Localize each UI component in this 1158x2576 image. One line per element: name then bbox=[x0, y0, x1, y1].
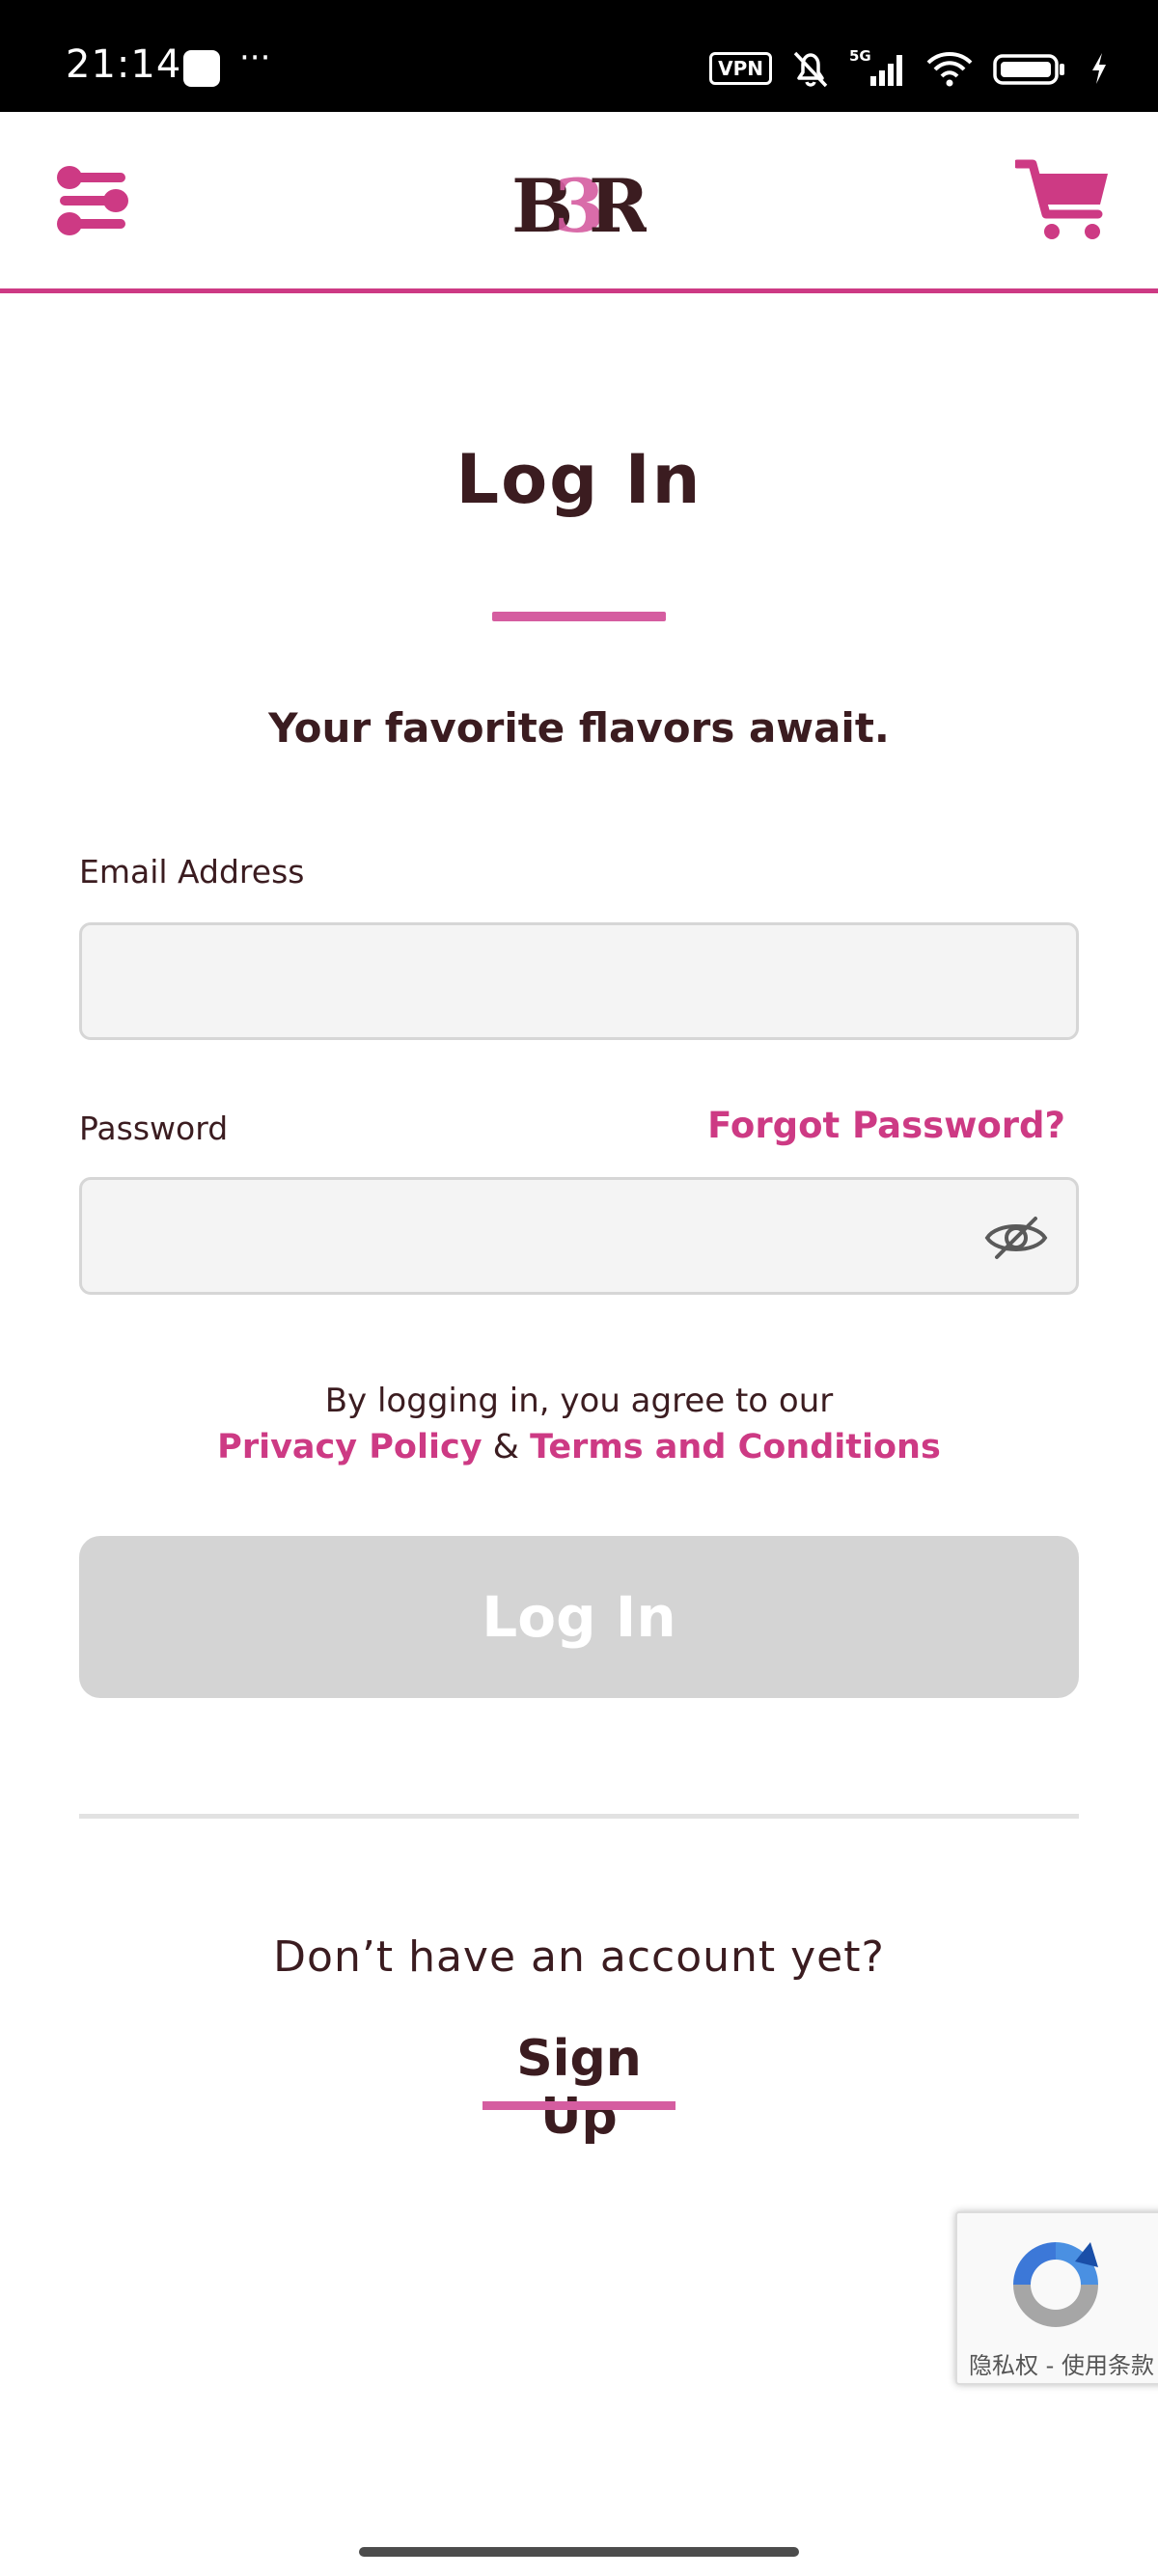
network-type-label: 5G bbox=[849, 47, 871, 65]
recaptcha-icon bbox=[1013, 2242, 1098, 2327]
eye-slash-icon bbox=[984, 1217, 1048, 1259]
more-notifications-icon: ··· bbox=[239, 39, 271, 77]
agree-text: By logging in, you agree to our bbox=[324, 1382, 834, 1420]
password-label: Password bbox=[79, 1110, 229, 1147]
wifi-icon bbox=[926, 52, 973, 87]
no-account-text: Don’t have an account yet? bbox=[273, 1932, 885, 1982]
notification-app-icon bbox=[183, 50, 220, 87]
page-subtitle: Your favorite flavors await. bbox=[268, 704, 890, 752]
privacy-policy-link[interactable]: Privacy Policy bbox=[217, 1428, 482, 1466]
title-underline bbox=[492, 612, 666, 621]
sign-up-link[interactable]: Sign Up bbox=[482, 2030, 676, 2146]
divider bbox=[79, 1814, 1079, 1819]
br-logo: B 3 R bbox=[511, 163, 647, 243]
spoons-menu-icon bbox=[57, 166, 128, 235]
status-time: 21:14 bbox=[66, 42, 182, 87]
login-button[interactable]: Log In bbox=[79, 1536, 1079, 1698]
recaptcha-terms-text[interactable]: 隐私权 - 使用条款 bbox=[957, 2346, 1158, 2380]
battery-icon bbox=[993, 54, 1064, 85]
terms-link[interactable]: Terms and Conditions bbox=[530, 1428, 941, 1466]
charging-bolt-icon bbox=[1092, 53, 1106, 84]
email-input[interactable] bbox=[82, 925, 1076, 1037]
recaptcha-badge[interactable]: 隐私权 - 使用条款 bbox=[955, 2211, 1158, 2385]
show-password-toggle[interactable] bbox=[983, 1211, 1049, 1265]
password-input[interactable] bbox=[82, 1180, 1076, 1292]
home-indicator[interactable] bbox=[359, 2547, 799, 2557]
svg-text:R: R bbox=[589, 163, 647, 243]
email-label: Email Address bbox=[79, 853, 305, 891]
silent-bell-icon bbox=[793, 51, 828, 88]
cart-icon bbox=[1012, 159, 1108, 239]
password-field[interactable] bbox=[79, 1177, 1079, 1295]
page-title: Log In bbox=[455, 440, 703, 519]
policy-links: Privacy Policy & Terms and Conditions bbox=[0, 1428, 1158, 1466]
status-icons: VPN 5G bbox=[709, 44, 1110, 93]
email-field[interactable] bbox=[79, 922, 1079, 1040]
cart-button[interactable] bbox=[1012, 156, 1112, 245]
menu-button[interactable] bbox=[56, 162, 129, 239]
forgot-password-link[interactable]: Forgot Password? bbox=[707, 1105, 1065, 1146]
app-header: B 3 R bbox=[0, 112, 1158, 293]
sign-up-underline bbox=[482, 2101, 676, 2110]
vpn-icon: VPN bbox=[709, 52, 772, 85]
ampersand-text: & bbox=[492, 1428, 519, 1466]
status-bar: 21:14 ··· VPN 5G bbox=[0, 0, 1158, 112]
cellular-signal-icon: 5G bbox=[849, 47, 902, 86]
